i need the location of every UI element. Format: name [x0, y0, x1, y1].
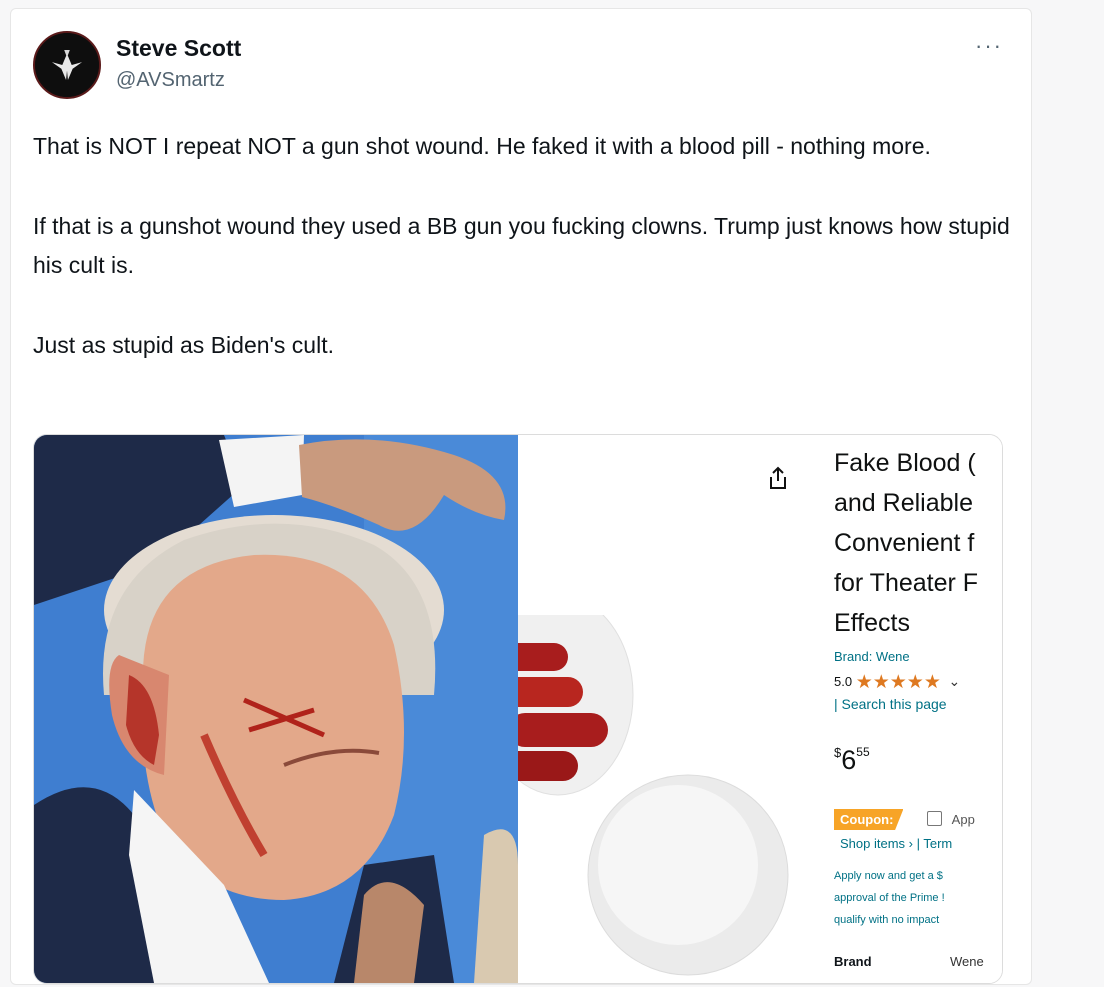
title-line: Convenient f	[834, 529, 975, 557]
chevron-down-icon[interactable]: ⌄	[949, 673, 961, 689]
coupon-badge: Coupon:	[834, 809, 904, 830]
tweet-media[interactable]: Fake Blood ( and Reliable Convenient f f…	[33, 434, 1003, 984]
tweet-paragraph: That is NOT I repeat NOT a gun shot woun…	[33, 133, 931, 159]
rating[interactable]: 5.0 ★★★★★ ⌄	[834, 671, 960, 694]
title-line: and Reliable	[834, 489, 973, 517]
news-photo[interactable]	[34, 435, 518, 983]
title-line: Effects	[834, 609, 910, 637]
rating-value: 5.0	[834, 674, 853, 689]
brand-value: Wene	[950, 954, 984, 969]
fine-print-line: Apply now and get a $	[834, 870, 943, 882]
more-options-icon[interactable]: ···	[975, 33, 1003, 59]
star-rating-icon: ★★★★★	[855, 672, 941, 693]
price-fraction: 55	[856, 745, 870, 759]
price: $655	[834, 745, 870, 776]
tweet-text: That is NOT I repeat NOT a gun shot woun…	[33, 127, 1018, 365]
price-whole: 6	[841, 745, 857, 775]
brand-detail-row: Brand Wene	[834, 954, 1002, 969]
avatar[interactable]	[33, 31, 101, 99]
brand-key: Brand	[834, 954, 872, 969]
share-icon[interactable]	[766, 465, 790, 491]
product-title[interactable]: Fake Blood ( and Reliable Convenient f f…	[834, 443, 1002, 643]
product-screenshot: Fake Blood ( and Reliable Convenient f f…	[518, 435, 1002, 983]
coupon-row: Coupon: App	[834, 809, 975, 830]
fine-print-line: approval of the Prime !	[834, 892, 945, 904]
tweet-paragraph: If that is a gunshot wound they used a B…	[33, 213, 1010, 278]
title-line: Fake Blood (	[834, 449, 976, 477]
shop-items-link[interactable]: Shop items › | Term	[840, 836, 952, 851]
author-handle[interactable]: @AVSmartz	[116, 69, 225, 92]
fine-print-line: qualify with no impact	[834, 914, 940, 926]
tweet-card: Steve Scott @AVSmartz ··· That is NOT I …	[10, 8, 1032, 985]
brand-link[interactable]: Brand: Wene	[834, 649, 910, 664]
author-name[interactable]: Steve Scott	[116, 35, 241, 62]
apply-coupon-label[interactable]: App	[952, 812, 975, 827]
prime-offer-text[interactable]: Apply now and get a $ approval of the Pr…	[834, 865, 1002, 931]
title-line: for Theater F	[834, 569, 979, 597]
bird-logo-icon	[35, 33, 99, 97]
coupon-checkbox[interactable]	[927, 811, 943, 826]
tweet-paragraph: Just as stupid as Biden's cult.	[33, 332, 334, 358]
blood-pill-capsules-image	[518, 615, 789, 976]
search-this-page-link[interactable]: | Search this page	[834, 696, 947, 712]
